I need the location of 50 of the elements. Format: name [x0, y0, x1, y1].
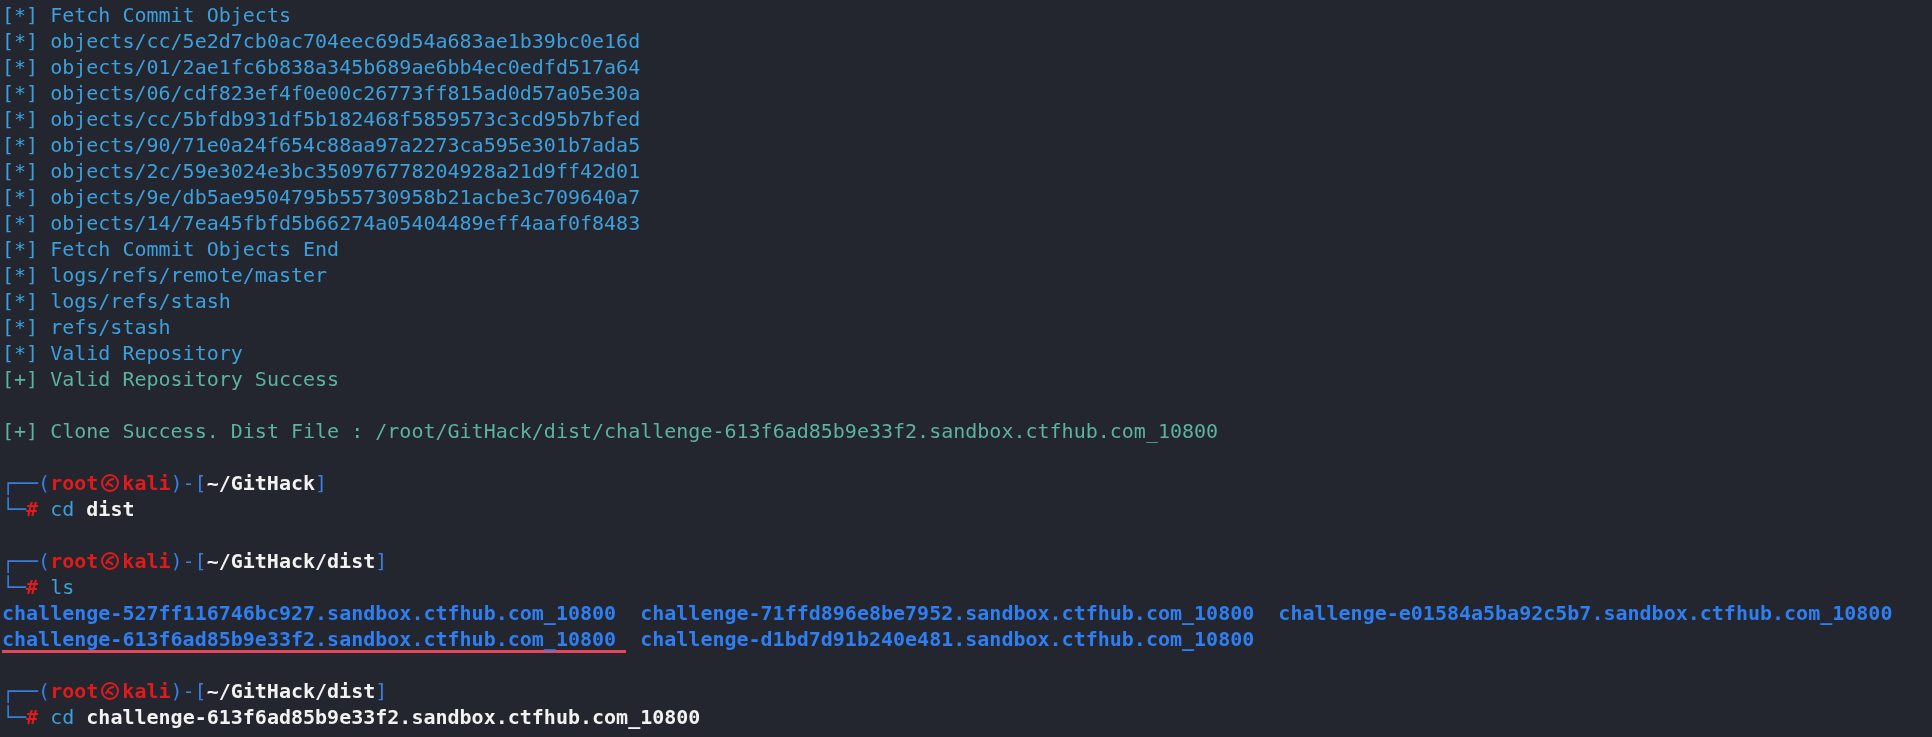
directory-name: challenge-613f6ad85b9e33f2.sandbox.ctfhub.com_10800 — [2, 627, 627, 653]
command-text: cd — [50, 704, 75, 730]
prompt-hash: # — [26, 574, 39, 600]
prompt-bracket: )-[ — [170, 470, 207, 496]
directory-name: challenge-e01584a5ba92c5b7.sandbox.ctfhub.com_10800 — [1278, 600, 1893, 626]
log-line: [*] objects/cc/5e2d7cb0ac704eec69d54a683ae1b39bc0e16d — [2, 28, 641, 54]
log-line: [*] objects/90/71e0a24f654c88aa97a2273ca595e301b7ada5 — [2, 132, 641, 158]
command-text: cd — [50, 496, 75, 522]
prompt-bracket: ┌──( — [2, 678, 51, 704]
prompt-bracket: └─ — [2, 496, 27, 522]
prompt-user: root — [50, 678, 99, 704]
success-line: [+] Valid Repository Success — [2, 366, 340, 392]
prompt-bracket: ┌──( — [2, 548, 51, 574]
log-line: [*] logs/refs/remote/master — [2, 262, 328, 288]
success-line: [+] Clone Success. Dist File : /root/GitHack/dist/challenge-613f6ad85b9e33f2.sandbox.ctfhub.com_10800 — [2, 418, 1219, 444]
prompt-bracket: )-[ — [170, 678, 207, 704]
directory-name: challenge-71ffd896e8be7952.sandbox.ctfhub.com_10800 — [640, 600, 1255, 626]
prompt-bracket: └─ — [2, 704, 27, 730]
prompt-bracket: ┌──( — [2, 470, 51, 496]
log-line: [*] objects/9e/db5ae9504795b55730958b21acbe3c709640a7 — [2, 184, 641, 210]
log-line: [*] objects/2c/59e3024e3bc350976778204928a21d9ff42d01 — [2, 158, 641, 184]
prompt-path: ~/GitHack/dist — [206, 678, 376, 704]
directory-name: challenge-d1bd7d91b240e481.sandbox.ctfhub.com_10800 — [640, 626, 1255, 652]
log-line: [*] objects/06/cdf823ef4f0e00c26773ff815ad0d57a05e30a — [2, 80, 641, 106]
log-line: [*] Fetch Commit Objects End — [2, 236, 340, 262]
prompt-bracket: )-[ — [170, 548, 207, 574]
prompt-path: ~/GitHack — [206, 470, 315, 496]
prompt-bracket: └─ — [2, 574, 27, 600]
prompt-hash: # — [26, 704, 39, 730]
prompt-bracket: ] — [315, 470, 328, 496]
prompt-host: kali — [122, 548, 171, 574]
log-line: [*] Fetch Commit Objects — [2, 2, 291, 28]
command-text: ls — [50, 574, 75, 600]
prompt-bracket: ] — [375, 678, 388, 704]
log-line: [*] Valid Repository — [2, 340, 243, 366]
log-line: [*] logs/refs/stash — [2, 288, 231, 314]
prompt-host: kali — [122, 470, 171, 496]
prompt-path: ~/GitHack/dist — [206, 548, 376, 574]
prompt-user: root — [50, 470, 99, 496]
directory-name: challenge-527ff116746bc927.sandbox.ctfhub.com_10800 — [2, 600, 617, 626]
log-line: [*] objects/01/2ae1fc6b838a345b689ae6bb4ec0edfd517a64 — [2, 54, 641, 80]
log-line: [*] objects/cc/5bfdb931df5b182468f5859573c3cd95b7bfed — [2, 106, 641, 132]
prompt-hash: # — [26, 496, 39, 522]
prompt-host: kali — [122, 678, 171, 704]
command-argument: dist — [86, 496, 135, 522]
prompt-bracket: ] — [375, 548, 388, 574]
command-argument: challenge-613f6ad85b9e33f2.sandbox.ctfhub.com_10800 — [86, 704, 701, 730]
log-line: [*] objects/14/7ea45fbfd5b66274a05404489eff4aaf0f8483 — [2, 210, 641, 236]
prompt-user: root — [50, 548, 99, 574]
log-line: [*] refs/stash — [2, 314, 171, 340]
